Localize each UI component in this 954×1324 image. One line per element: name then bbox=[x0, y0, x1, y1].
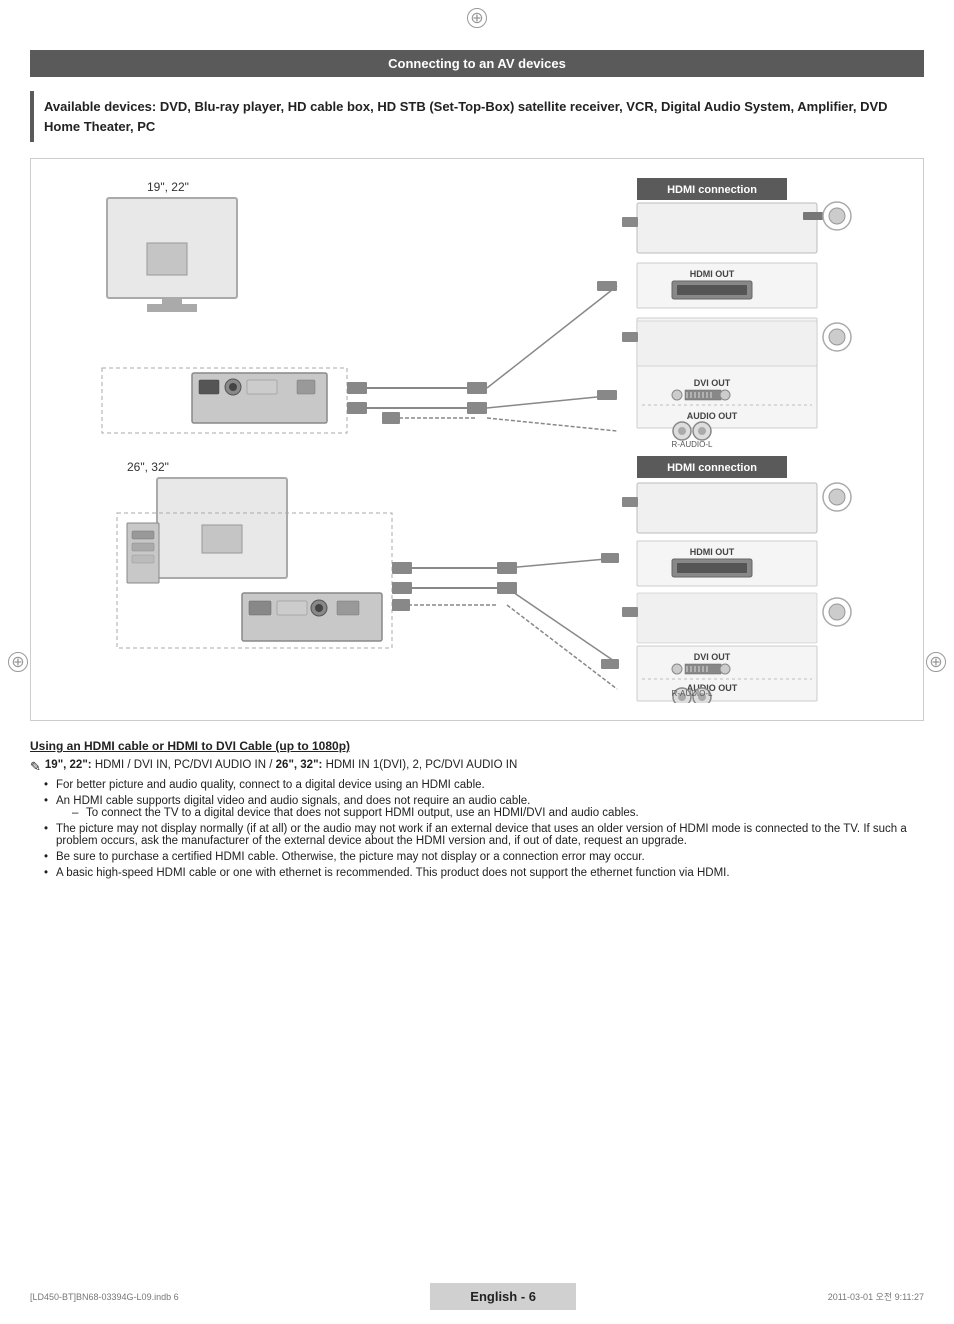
bullet-sub-list: To connect the TV to a digital device th… bbox=[72, 807, 924, 819]
cable3-end bbox=[507, 558, 617, 568]
tv2-side-port3 bbox=[132, 555, 154, 563]
section2-label: 26", 32" bbox=[127, 460, 169, 474]
src1-connector bbox=[622, 217, 638, 227]
tv2-side-port bbox=[132, 531, 154, 539]
note-line: ✎ 19", 22": HDMI / DVI IN, PC/DVI AUDIO … bbox=[30, 759, 924, 775]
cable2-end bbox=[597, 390, 617, 400]
section1-label: 19", 22" bbox=[147, 180, 189, 194]
tv1-stand-base bbox=[147, 304, 197, 312]
tv2-back-port1 bbox=[249, 601, 271, 615]
bullet-4: Be sure to purchase a certified HDMI cab… bbox=[44, 851, 924, 863]
source3-box bbox=[637, 483, 817, 533]
note-icon: ✎ bbox=[30, 759, 41, 775]
source1-box bbox=[637, 203, 817, 253]
bullet-1: For better picture and audio quality, co… bbox=[44, 779, 924, 791]
tv2-side-port2 bbox=[132, 543, 154, 551]
tv2-inner bbox=[202, 525, 242, 553]
src4-circle-inner bbox=[829, 604, 845, 620]
cable1-left-plug bbox=[347, 382, 367, 394]
dvi-out1-label: DVI OUT bbox=[694, 378, 731, 388]
tv1-port1 bbox=[199, 380, 219, 394]
bottom-text: Using an HDMI cable or HDMI to DVI Cable… bbox=[30, 739, 924, 879]
footer: [LD450-BT]BN68-03394G-L09.indb 6 English… bbox=[0, 1283, 954, 1310]
bullet-list: For better picture and audio quality, co… bbox=[44, 779, 924, 879]
available-notice: Available devices: DVD, Blu-ray player, … bbox=[30, 91, 924, 142]
src1-plug bbox=[803, 212, 823, 220]
audio-cable2-plug bbox=[392, 599, 410, 611]
cable1-right-plug bbox=[467, 382, 487, 394]
reg-mark-left bbox=[8, 652, 28, 672]
reg-mark-top bbox=[467, 8, 487, 28]
tv2-back-port2 bbox=[277, 601, 307, 615]
note-bold1: 19", 22": bbox=[45, 759, 92, 771]
dvi-out2-label: DVI OUT bbox=[694, 652, 731, 662]
diagram-box: 19", 22" HDMI connection bbox=[30, 158, 924, 721]
audio-out1-label: AUDIO OUT bbox=[687, 411, 738, 421]
cable2-left-plug bbox=[347, 402, 367, 414]
bullet-2: An HDMI cable supports digital video and… bbox=[44, 795, 924, 819]
r-audio-l2-label: R-AUDIO-L bbox=[672, 689, 713, 698]
page-container: Connecting to an AV devices Available de… bbox=[0, 0, 954, 1324]
bullet-3: The picture may not display normally (if… bbox=[44, 823, 924, 847]
cable4-end bbox=[507, 588, 617, 663]
footer-left: [LD450-BT]BN68-03394G-L09.indb 6 bbox=[30, 1292, 179, 1302]
footer-center: English - 6 bbox=[430, 1283, 576, 1310]
src3-circle-inner bbox=[829, 489, 845, 505]
tv1-inner bbox=[147, 243, 187, 275]
cable2-right-plug bbox=[467, 402, 487, 414]
audio-dot-r1 bbox=[678, 427, 686, 435]
cable1-end1 bbox=[597, 281, 617, 291]
tv1-port4 bbox=[297, 380, 315, 394]
bullet-sub-1: To connect the TV to a digital device th… bbox=[72, 807, 924, 819]
audio-cable2-end bbox=[507, 605, 617, 689]
tv1-port2-inner bbox=[229, 383, 237, 391]
source4-box bbox=[637, 593, 817, 643]
src1-circle-inner bbox=[829, 208, 845, 224]
cable3-end-plug bbox=[601, 553, 619, 563]
note-bold2: 26", 32": bbox=[276, 759, 323, 771]
tv2-back-port4 bbox=[337, 601, 359, 615]
src4-connector bbox=[622, 607, 638, 617]
hdmi-out1-port-inner bbox=[677, 285, 747, 295]
bullet-5: A basic high-speed HDMI cable or one wit… bbox=[44, 867, 924, 879]
cable4-plug1 bbox=[392, 582, 412, 594]
audio-cable1-upper bbox=[487, 418, 617, 431]
tv1-port3 bbox=[247, 380, 277, 394]
dvi-port-circle1 bbox=[672, 390, 682, 400]
reg-mark-right bbox=[926, 652, 946, 672]
hdmi-out1-label: HDMI OUT bbox=[690, 269, 735, 279]
cable1-upper bbox=[487, 286, 617, 388]
note-text: 19", 22": HDMI / DVI IN, PC/DVI AUDIO IN… bbox=[45, 759, 517, 775]
dvi-port2-circle1 bbox=[672, 664, 682, 674]
footer-right: 2011-03-01 오전 9:11:27 bbox=[828, 1290, 924, 1303]
hdmi-badge2-text: HDMI connection bbox=[667, 462, 757, 474]
cable3-plug1 bbox=[392, 562, 412, 574]
src2-connector bbox=[622, 332, 638, 342]
tv2-back-port3-inner bbox=[315, 604, 323, 612]
dvi-port-circle2 bbox=[720, 390, 730, 400]
source2-box bbox=[637, 321, 817, 366]
hdmi-badge1-text: HDMI connection bbox=[667, 184, 757, 196]
tv1-stand-top bbox=[162, 298, 182, 304]
tv2-back bbox=[242, 593, 382, 641]
cable4-end-plug bbox=[601, 659, 619, 669]
src3-connector bbox=[622, 497, 638, 507]
r-audio-l1-label: R-AUDIO-L bbox=[672, 440, 713, 449]
cable-heading: Using an HDMI cable or HDMI to DVI Cable… bbox=[30, 739, 924, 753]
src2-circle-inner bbox=[829, 329, 845, 345]
audio-cable1-plug bbox=[382, 412, 400, 424]
hdmi-out2-label: HDMI OUT bbox=[690, 547, 735, 557]
page-title: Connecting to an AV devices bbox=[30, 50, 924, 77]
audio-dot-l1 bbox=[698, 427, 706, 435]
dvi-port2-circle2 bbox=[720, 664, 730, 674]
hdmi-out2-port-inner bbox=[677, 563, 747, 573]
diagram-svg: 19", 22" HDMI connection bbox=[47, 173, 907, 703]
